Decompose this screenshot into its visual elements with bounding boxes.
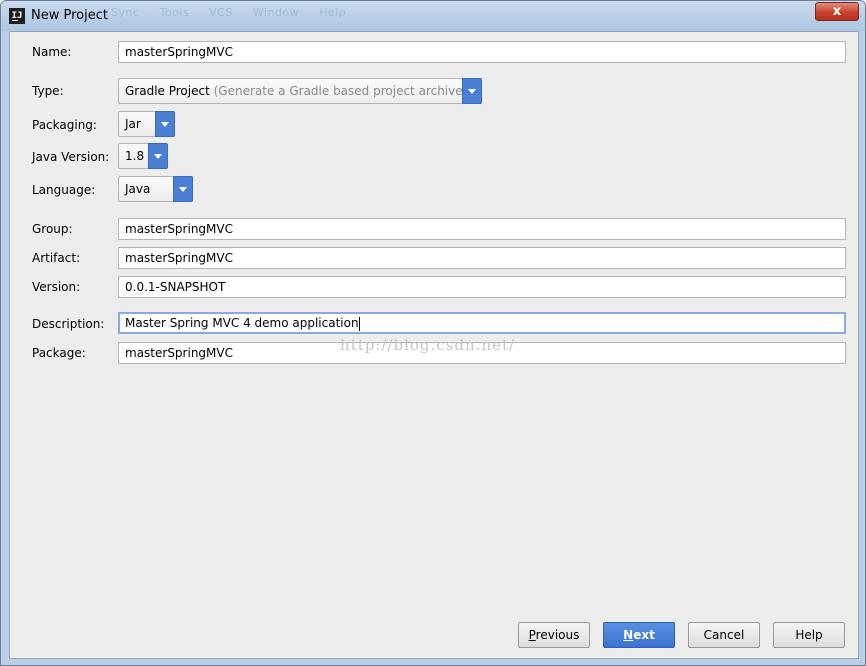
packaging-dropdown[interactable]: Jar xyxy=(118,111,175,137)
packaging-value: Jar xyxy=(125,117,141,131)
language-value: Java xyxy=(125,182,151,196)
ghost-menu-item: VCS xyxy=(209,6,233,19)
previous-button[interactable]: Previous xyxy=(518,622,590,648)
ghost-menu-item: Sync xyxy=(111,6,140,19)
type-label: Type: xyxy=(32,84,64,98)
intellij-app-icon: IJ xyxy=(9,8,25,24)
package-label: Package: xyxy=(32,346,86,360)
artifact-label: Artifact: xyxy=(32,251,81,265)
title-bar[interactable]: IJ New Project Sync Tools VCS Window Hel… xyxy=(1,1,865,31)
language-dropdown[interactable]: Java xyxy=(118,176,193,202)
artifact-field[interactable]: masterSpringMVC xyxy=(118,247,846,269)
java-version-value: 1.8 xyxy=(125,149,145,163)
type-value: Gradle Project xyxy=(125,84,210,98)
language-label: Language: xyxy=(32,183,96,197)
group-label: Group: xyxy=(32,222,73,236)
chevron-down-icon[interactable] xyxy=(462,78,482,104)
group-field[interactable]: masterSpringMVC xyxy=(118,218,846,240)
java-version-dropdown[interactable]: 1.8 xyxy=(118,143,168,169)
type-hint: (Generate a Gradle based project archive… xyxy=(213,84,468,98)
next-mnemonic: N xyxy=(623,628,634,642)
java-version-label: Java Version: xyxy=(32,150,110,164)
watermark: http://blog.csdn.net/ xyxy=(340,336,516,354)
version-label: Version: xyxy=(32,280,81,294)
description-field[interactable]: Master Spring MVC 4 demo application xyxy=(118,312,846,334)
ghost-menu-item: Tools xyxy=(159,6,190,19)
chevron-down-icon[interactable] xyxy=(173,176,193,202)
version-field[interactable]: 0.0.1-SNAPSHOT xyxy=(118,276,846,298)
previous-label-rest: revious xyxy=(535,628,580,642)
chevron-down-icon[interactable] xyxy=(148,143,168,169)
next-button[interactable]: Next xyxy=(603,622,675,648)
background-menu-ghost: Sync Tools VCS Window Help xyxy=(111,6,362,19)
name-field[interactable]: masterSpringMVC xyxy=(118,41,846,63)
chevron-down-icon[interactable] xyxy=(155,111,175,137)
previous-mnemonic: P xyxy=(528,628,536,642)
ghost-menu-item: Help xyxy=(319,6,347,19)
description-value: Master Spring MVC 4 demo application xyxy=(125,316,359,330)
cancel-button[interactable]: Cancel xyxy=(688,622,760,648)
window-title: New Project xyxy=(31,8,108,23)
text-caret xyxy=(358,316,360,331)
close-button[interactable]: x xyxy=(815,2,859,21)
new-project-dialog: IJ New Project Sync Tools VCS Window Hel… xyxy=(0,0,866,666)
type-dropdown[interactable]: Gradle Project (Generate a Gradle based … xyxy=(118,78,482,104)
help-button[interactable]: Help xyxy=(773,622,845,648)
close-icon: x xyxy=(832,4,842,19)
description-label: Description: xyxy=(32,317,105,331)
next-label-rest: ext xyxy=(633,628,655,642)
project-settings-panel: Name: masterSpringMVC Type: Gradle Proje… xyxy=(9,31,859,659)
name-label: Name: xyxy=(32,45,72,59)
ghost-menu-item: Window xyxy=(252,6,300,19)
packaging-label: Packaging: xyxy=(32,118,97,132)
